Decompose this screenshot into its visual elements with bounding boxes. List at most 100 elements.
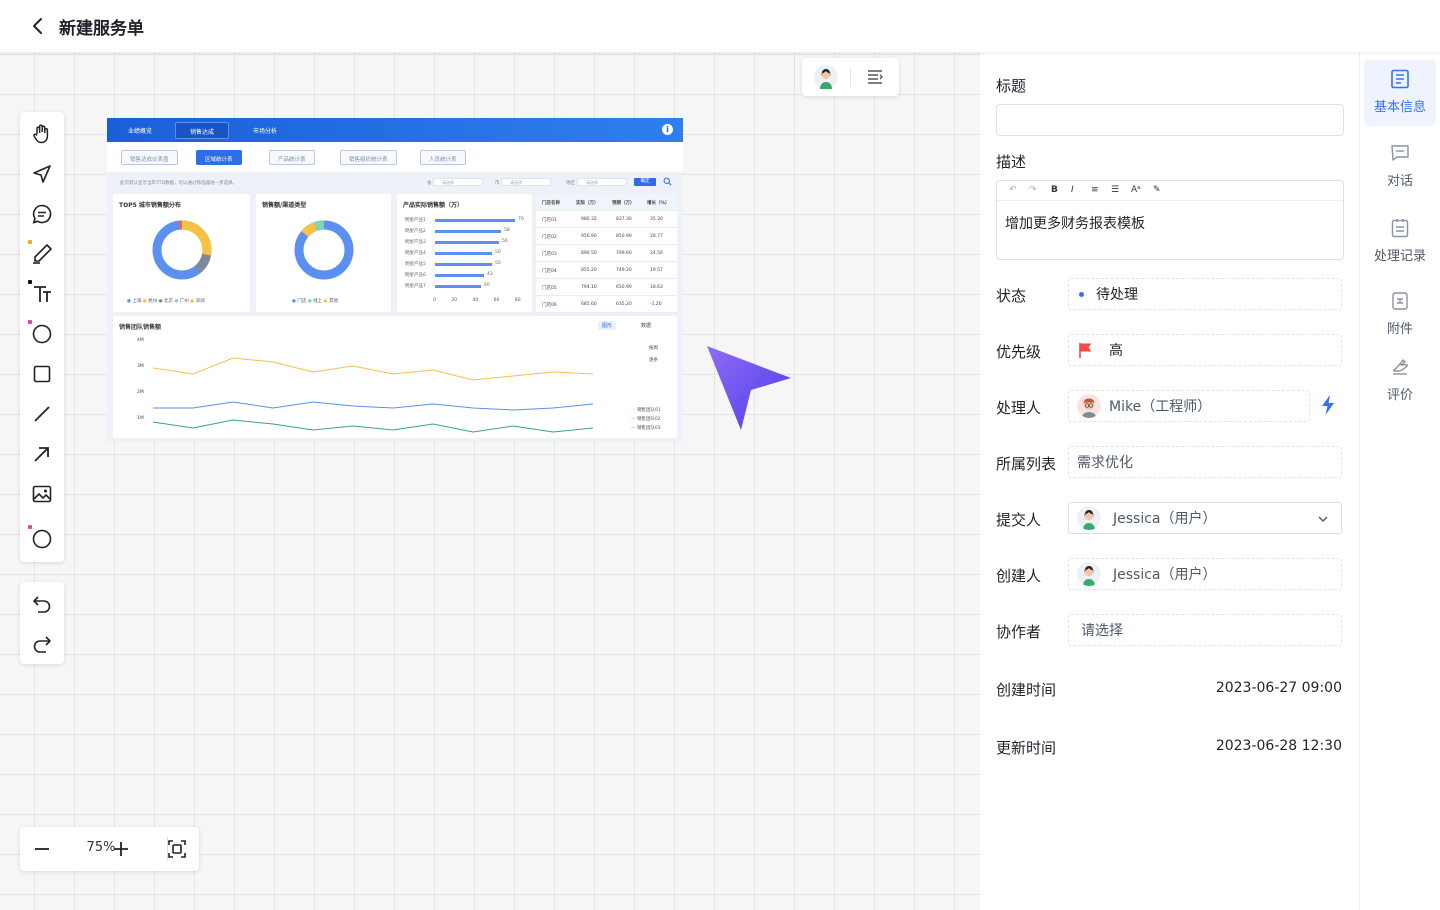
dashboard-screenshot[interactable]: 业绩概览 销售达成 市场分析 i 销售达成仪表盘 区域统计表 产品统计表 销售组…	[107, 118, 683, 442]
ordered-list-icon[interactable]: ≡	[1091, 185, 1099, 195]
city-distribution-card: TOP5 城市销售额分布 ● 上海 ● 杭州 ● 北京 ● 广州 ● 深圳	[113, 194, 250, 312]
title-input[interactable]	[996, 104, 1344, 136]
dashboard-subtab: 销售达成仪表盘	[121, 150, 178, 165]
description-text[interactable]: 增加更多财务报表模板	[1005, 213, 1145, 233]
page-header: 新建服务单	[0, 0, 1440, 52]
filter-label: 省	[427, 181, 432, 186]
dashboard-subtab: 销售组织统计表	[340, 150, 397, 165]
line-tool-icon[interactable]	[30, 402, 54, 426]
submitter-select[interactable]: Jessica（用户）	[1068, 502, 1342, 534]
assignee-value: Mike（工程师）	[1109, 399, 1212, 415]
info-icon: i	[662, 124, 673, 135]
dashboard-nav: 业绩概览 销售达成 市场分析 i	[107, 118, 683, 142]
text-tool-icon[interactable]	[30, 282, 54, 306]
avatar	[1077, 562, 1101, 586]
fit-screen-icon[interactable]	[167, 839, 187, 859]
assignee-field[interactable]: Mike（工程师）	[1068, 390, 1310, 422]
chart-toggle-data: 数据	[641, 323, 652, 329]
table-row: 门店03 890.50 799.60 24.56	[536, 245, 677, 262]
sidenav-item-basic-info[interactable]: 基本信息	[1364, 60, 1436, 126]
sidenav-label: 评价	[1386, 388, 1413, 403]
highlight-icon[interactable]: ✎	[1153, 185, 1161, 195]
description-editor[interactable]: ↶ ↷ B I ≡ ☰ Aᵃ ✎ 增加更多财务报表模板	[996, 180, 1344, 260]
table-header: 门店名称 实际（万） 预期（万） 增长（%）	[536, 194, 677, 211]
font-size-icon[interactable]: Aᵃ	[1131, 185, 1141, 195]
rectangle-shape-icon[interactable]	[30, 362, 54, 386]
dashboard-nav-tab-active: 销售达成	[175, 122, 230, 139]
select-pointer-icon[interactable]	[30, 162, 54, 186]
bold-icon[interactable]: B	[1051, 185, 1058, 195]
redo-icon[interactable]: ↷	[1029, 185, 1037, 195]
sidenav-item-records[interactable]: 处理记录	[1364, 209, 1436, 275]
sidenav-item-rating[interactable]: 评价	[1364, 348, 1436, 414]
zoom-out-icon[interactable]	[32, 839, 52, 859]
whiteboard-canvas[interactable]: 业绩概览 销售达成 市场分析 i 销售达成仪表盘 区域统计表 产品统计表 销售组…	[0, 52, 980, 910]
dashboard-subtab: 产品统计表	[269, 150, 315, 165]
sidenav-item-chat[interactable]: 对话	[1364, 134, 1436, 200]
lightning-icon[interactable]	[1320, 394, 1336, 416]
table-row: 门店06 685.60 635.20 -1.20	[536, 296, 677, 313]
rate-icon	[1393, 359, 1408, 375]
collab-label: 协作者	[996, 623, 1042, 641]
zoom-in-icon[interactable]	[111, 839, 131, 859]
submitter-value: Jessica（用户）	[1113, 511, 1217, 527]
back-arrow-icon[interactable]	[27, 15, 49, 37]
team-sales-card: 销售团队销售额 图形 数据 按周 逐条 4M 3M 2M 1M — 销售团队01…	[113, 316, 677, 438]
detail-panel: 标题 描述 ↶ ↷ B I ≡ ☰ Aᵃ ✎ 增加更多财务报表模板 状态 待处理…	[980, 52, 1360, 910]
avatar	[1077, 506, 1101, 530]
undo-icon[interactable]: ↶	[1009, 185, 1017, 195]
priority-label: 优先级	[996, 343, 1042, 361]
collaborator-select[interactable]: 请选择	[1068, 614, 1342, 646]
page-title: 新建服务单	[59, 18, 144, 39]
redo-icon[interactable]	[30, 632, 54, 656]
card-title: TOP5 城市销售额分布	[119, 202, 181, 209]
updated-time-label: 更新时间	[996, 739, 1057, 757]
dashboard-filter-bar: 此页默认显示当年YTD数据，可以通过筛选器进一步选择。 省 请选择 市 请选择 …	[107, 175, 683, 189]
status-label: 状态	[996, 287, 1027, 305]
sidenav-label: 附件	[1386, 322, 1413, 337]
list-label: 所属列表	[996, 455, 1057, 473]
dashboard-nav-tab: 业绩概览	[128, 128, 153, 135]
filter-select: 请选择	[433, 178, 483, 186]
outline-list-icon[interactable]	[865, 67, 885, 87]
created-time-label: 创建时间	[996, 681, 1057, 699]
italic-icon[interactable]: I	[1071, 185, 1074, 195]
creator-field[interactable]: Jessica（用户）	[1068, 558, 1342, 590]
image-tool-icon[interactable]	[30, 482, 54, 506]
undo-icon[interactable]	[30, 592, 54, 616]
status-dot	[1079, 291, 1084, 297]
hand-tool-icon[interactable]	[30, 122, 54, 146]
status-field[interactable]: 待处理	[1068, 278, 1342, 310]
comment-icon[interactable]	[30, 202, 54, 226]
updated-time-value: 2023-06-28 12:30	[1215, 738, 1342, 754]
bullet-list-icon[interactable]: ☰	[1111, 185, 1119, 195]
priority-value: 高	[1109, 343, 1123, 359]
flag-icon	[1079, 343, 1092, 358]
search-icon	[663, 177, 672, 186]
channel-type-card: 销售额/渠道类型 ● 门店 ● 线上 ● 其他	[256, 194, 391, 312]
sidenav-label: 对话	[1386, 174, 1413, 189]
bar-axis: 0 20 40 60 80	[433, 298, 521, 303]
divider	[850, 67, 851, 87]
store-table: 门店名称 实际（万） 预期（万） 增长（%） 门店01 980.32 837.30 35.3…	[536, 194, 677, 313]
sidenav-label: 处理记录	[1373, 249, 1426, 264]
side-nav: 基本信息 对话 处理记录 附件 评价	[1359, 52, 1440, 910]
cursor-pointer-icon	[707, 346, 791, 430]
avatar	[1077, 394, 1101, 418]
attachment-icon	[1392, 292, 1408, 310]
priority-field[interactable]: 高	[1068, 334, 1342, 366]
chart-legend: ● 上海 ● 杭州 ● 北京 ● 广州 ● 深圳	[127, 299, 205, 304]
dashboard-subtab-active: 区域统计表	[196, 150, 242, 165]
collaborator-avatar[interactable]	[814, 65, 838, 89]
table-row: 门店04 855.20 749.20 19.57	[536, 262, 677, 279]
pen-icon[interactable]	[30, 242, 54, 266]
circle-shape-icon[interactable]	[30, 527, 54, 551]
arrow-tool-icon[interactable]	[30, 442, 54, 466]
assignee-label: 处理人	[996, 399, 1042, 417]
chart-legend: — 销售团队01 — 销售团队02 — 销售团队03	[631, 408, 661, 431]
filter-label: 地区	[566, 181, 575, 186]
donut-chart	[152, 220, 212, 280]
list-field[interactable]: 需求优化	[1068, 446, 1342, 478]
circle-shape-icon[interactable]	[30, 322, 54, 346]
sidenav-item-attachments[interactable]: 附件	[1364, 282, 1436, 348]
